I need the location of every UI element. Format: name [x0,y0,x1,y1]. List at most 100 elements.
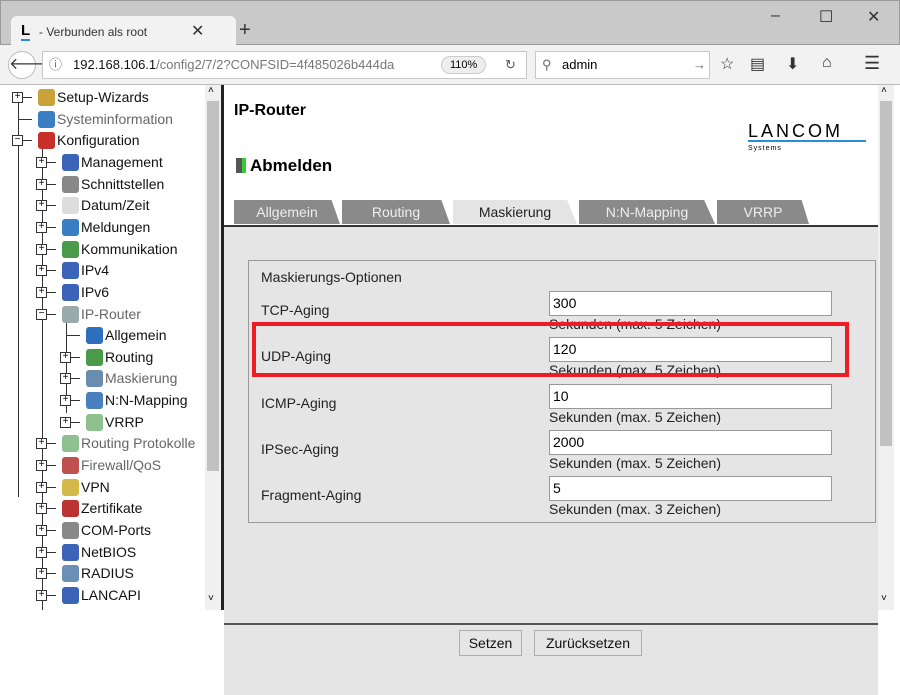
tree-item[interactable]: + Datum/Zeit [0,195,205,216]
reload-icon[interactable]: ↻ [505,52,516,78]
tree-item[interactable]: + Maskierung [0,368,205,389]
maximize-icon[interactable]: ☐ [819,7,833,27]
ipsec-aging-input[interactable]: 2000 [549,429,832,455]
expand-icon[interactable]: + [36,156,47,168]
expand-icon[interactable]: + [36,589,47,601]
tree-item[interactable]: + RADIUS [0,563,205,584]
close-window-icon[interactable]: ✕ [867,7,880,27]
menu-icon[interactable]: ☰ [864,53,880,74]
cubes-icon [86,327,103,345]
favicon-icon: L [21,22,31,41]
close-tab-icon[interactable]: ✕ [191,21,204,41]
home-icon[interactable]: ⌂ [822,54,832,72]
browser-tab[interactable]: L - Verbunden als root ✕ [11,16,236,47]
set-button[interactable]: Setzen [459,630,522,656]
tree-item[interactable]: + LANCAPI [0,585,205,606]
expand-icon[interactable]: + [36,200,47,212]
main-scrollbar-thumb[interactable] [880,101,892,446]
lancom-logo: LANCOM Systems [748,122,866,152]
expand-icon[interactable]: + [36,503,47,515]
tree-item[interactable]: + COM-Ports [0,520,205,541]
expand-icon[interactable]: + [36,546,47,558]
bookmark-star-icon[interactable]: ☆ [720,54,734,74]
scroll-up-icon[interactable]: ˄ [881,85,887,96]
tree-item[interactable]: + VRRP [0,412,205,433]
tree-item[interactable]: − IP-Router [0,304,205,325]
tree-item[interactable]: + Meldungen [0,217,205,238]
tab-vrrp[interactable]: VRRP [717,200,809,224]
tab-n-n-mapping[interactable]: N:N-Mapping [579,200,715,224]
tcp-aging-input[interactable]: 300 [549,291,832,316]
collapse-icon[interactable]: − [12,135,23,147]
tree-item[interactable]: + Routing [0,347,205,368]
tree-item-label: Zertifikate [81,500,143,517]
reading-list-icon[interactable]: ▤ [750,54,765,74]
tree-item[interactable]: + NetBIOS [0,542,205,563]
expand-icon[interactable]: + [12,92,23,103]
info-icon[interactable]: ⓘ [49,52,62,78]
server-icon [62,565,79,583]
tree-item[interactable]: + IPv4 [0,260,205,281]
expand-icon[interactable]: + [36,221,47,233]
tree-item-label: Allgemein [105,327,167,344]
tree-item[interactable]: + Firewall/QoS [0,455,205,476]
tree-item[interactable]: Allgemein [0,325,205,346]
tree-item[interactable]: + Routing Protokolle [0,433,205,454]
go-arrow-icon[interactable]: → [693,52,706,78]
expand-icon[interactable]: + [36,243,47,255]
expand-icon[interactable]: + [36,525,47,536]
expand-icon[interactable]: + [60,395,71,407]
tab-maskierung[interactable]: Maskierung [453,200,577,224]
expand-icon[interactable]: + [60,416,71,428]
tree-item[interactable]: + VPN [0,477,205,498]
tree-item[interactable]: + N:N-Mapping [0,390,205,411]
scroll-up-icon[interactable]: ˄ [208,85,214,96]
expand-icon[interactable]: + [36,438,47,450]
management-icon [62,153,79,171]
expand-icon[interactable]: + [36,481,47,493]
tree-item[interactable]: + Zertifikate [0,498,205,519]
options-panel: Maskierungs-Optionen TCP-Aging 300 Sekunde… [224,225,878,623]
logout-icon [236,158,246,173]
zoom-level[interactable]: 110% [441,56,487,74]
expand-icon[interactable]: + [60,373,71,385]
fragment-aging-input[interactable]: 5 [549,476,832,502]
vrrp-icon [62,435,79,453]
network-icon [62,543,79,561]
sidebar-scrollbar[interactable]: ˄ ˅ [205,85,221,610]
expand-icon[interactable]: + [36,265,47,277]
tab-allgemein[interactable]: Allgemein [234,200,340,224]
scroll-down-icon[interactable]: ˅ [881,593,887,604]
tree-item[interactable]: + IPv6 [0,282,205,303]
info-icon [38,110,55,128]
wand-icon [38,89,55,106]
tree-item[interactable]: + Kommunikation [0,239,205,260]
tree-item[interactable]: + Setup-Wizards [0,87,205,108]
reset-button[interactable]: Zurücksetzen [534,630,642,656]
back-icon[interactable]: 🡐 [8,51,52,79]
expand-icon[interactable]: + [36,568,47,580]
search-input[interactable]: ⚲ admin → [535,51,710,79]
collapse-icon[interactable]: − [36,308,47,320]
url-bar[interactable]: ⓘ 192.168.106.1/config2/7/2?CONFSID=4f48… [42,51,527,79]
expand-icon[interactable]: + [60,351,71,363]
tab-routing[interactable]: Routing [342,200,450,224]
tree-item[interactable]: − Konfiguration [0,130,205,151]
tree-item[interactable]: Systeminformation [0,109,205,130]
expand-icon[interactable]: + [36,286,47,298]
download-icon[interactable]: ⬇ [786,54,799,74]
new-tab-icon[interactable]: + [239,19,251,42]
main-scrollbar[interactable]: ˄ ˅ [878,85,894,610]
expand-icon[interactable]: + [36,460,47,472]
expand-icon[interactable]: + [36,178,47,190]
logout-link[interactable]: Abmelden [236,156,332,176]
tree-item[interactable]: + Schnittstellen [0,174,205,195]
navigation-bar: 🡐 ⓘ 192.168.106.1/config2/7/2?CONFSID=4f… [0,45,900,85]
minimize-icon[interactable]: – [771,7,780,25]
icmp-aging-input[interactable]: 10 [549,383,832,409]
sidebar-scrollbar-thumb[interactable] [207,101,219,471]
url-text: 192.168.106.1/config2/7/2?CONFSID=4f4850… [73,52,394,78]
tree-item-label: IP-Router [81,305,141,322]
tree-item[interactable]: + Management [0,152,205,173]
scroll-down-icon[interactable]: ˅ [208,593,214,604]
